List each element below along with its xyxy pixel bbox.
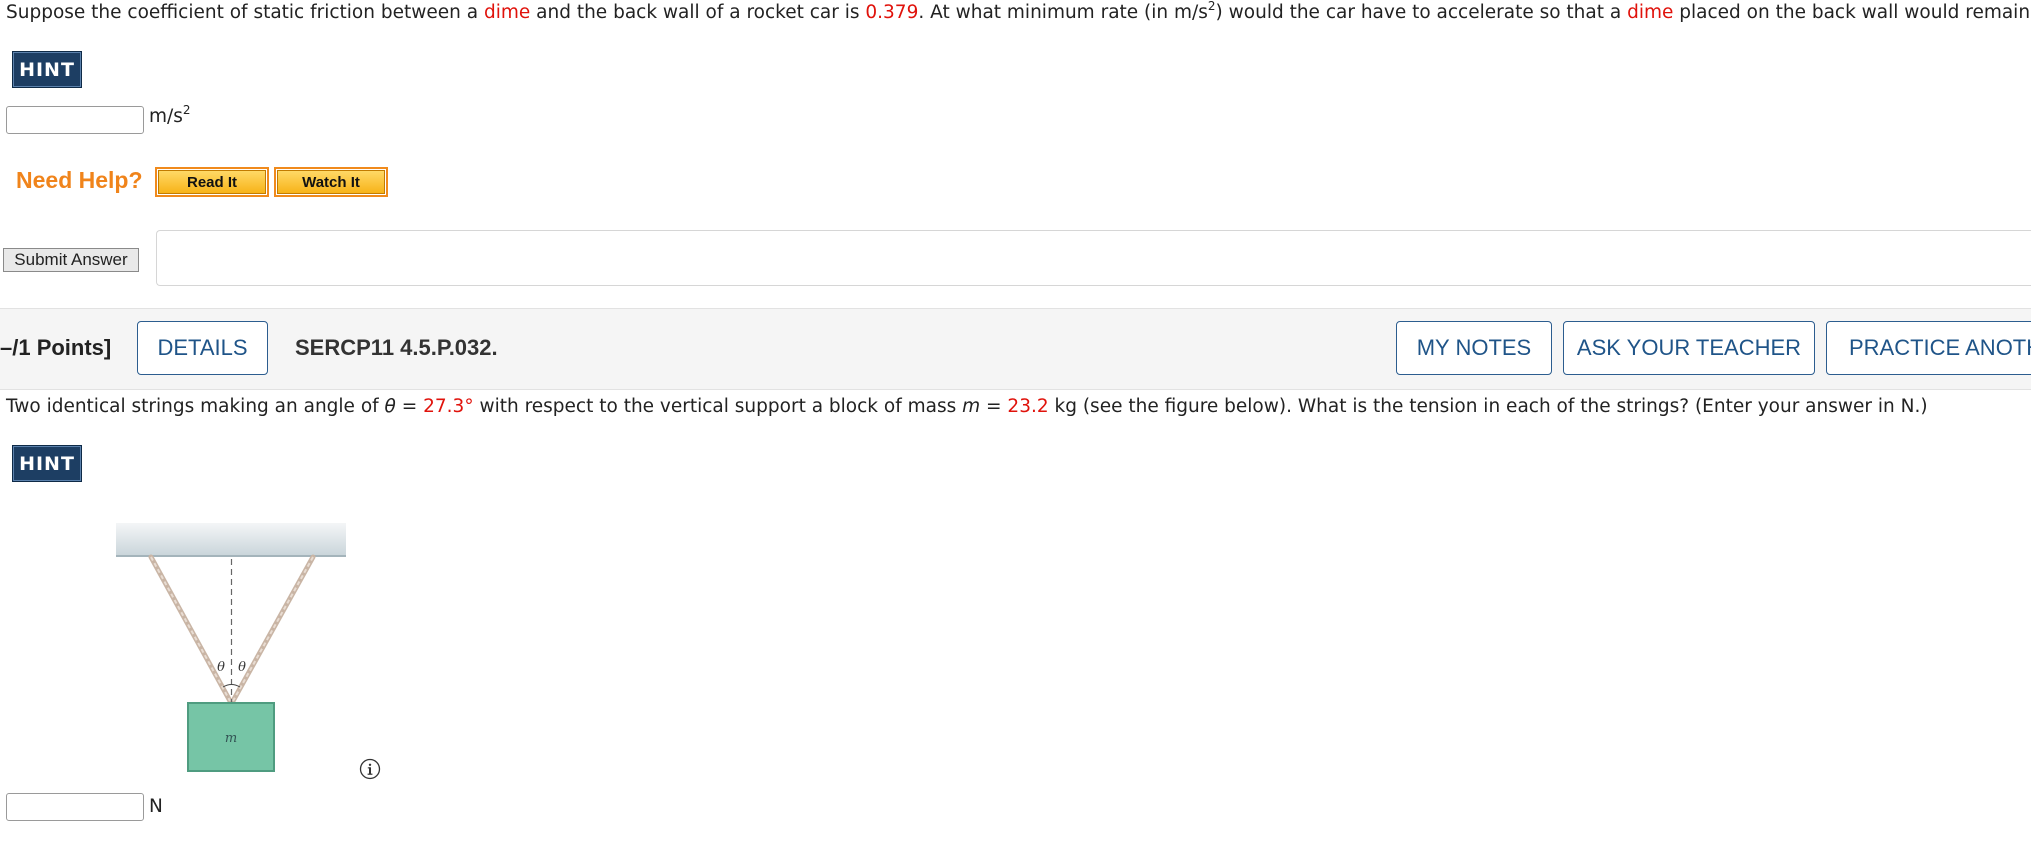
points-label: –/1 Points] [0, 335, 112, 360]
practice-another-button[interactable]: PRACTICE ANOTH [1826, 321, 2031, 375]
q1-text-part: Suppose the coefficient of static fricti… [6, 2, 484, 23]
q1-superscript: 2 [1207, 0, 1216, 13]
q1-hint-button[interactable]: HINT [12, 51, 82, 88]
angle-arc [222, 684, 241, 688]
mass-block-label: m [225, 731, 237, 746]
details-button[interactable]: DETAILS [137, 321, 268, 375]
q1-answer-input[interactable] [6, 106, 144, 134]
q2-text-part: kg (see the figure below). What is the t… [1048, 396, 1928, 417]
my-notes-button[interactable]: MY NOTES [1396, 321, 1552, 375]
q2-mass-symbol: m [962, 396, 981, 417]
q1-text-part: placed on the back wall would remain in … [1679, 2, 2031, 23]
ask-your-teacher-button[interactable]: ASK YOUR TEACHER [1563, 321, 1815, 375]
q2-text-part: with respect to the vertical support a b… [473, 396, 963, 417]
submit-answer-button[interactable]: Submit Answer [3, 248, 139, 272]
q1-dime-value: dime [483, 2, 531, 23]
q2-answer-input[interactable] [6, 793, 144, 821]
q2-text-part: = [395, 396, 424, 417]
angle-label-right: θ [238, 660, 246, 675]
q1-unit-base: m/s [149, 106, 183, 127]
q2-unit-label: N [149, 796, 163, 817]
q1-text-part: ) would the car have to accelerate so th… [1215, 2, 1628, 23]
angle-label-left: θ [217, 660, 225, 675]
question-2-text: Two identical strings making an angle of… [6, 396, 1928, 417]
q2-text-part: = [980, 396, 1008, 417]
question-1-text: Suppose the coefficient of static fricti… [6, 0, 2031, 23]
ceiling-support [116, 523, 346, 556]
problem-id-label: SERCP11 4.5.P.032. [295, 335, 498, 360]
q1-text-part: . At what minimum rate (in m/s [918, 2, 1208, 23]
q1-unit-superscript: 2 [182, 102, 191, 117]
q1-dime-value: dime [1627, 2, 1674, 23]
q2-hint-button[interactable]: HINT [12, 445, 82, 482]
q1-coefficient-value: 0.379 [865, 2, 919, 23]
read-it-button[interactable]: Read It [155, 167, 269, 197]
hanging-block-figure: θ θ m [116, 523, 346, 772]
q1-text-part: and the back wall of a rocket car is [530, 2, 866, 23]
need-help-label: Need Help? [16, 167, 143, 193]
q2-angle-value: 27.3° [423, 396, 474, 417]
q2-mass-value: 23.2 [1007, 396, 1049, 417]
info-icon[interactable] [359, 758, 381, 780]
q2-theta-symbol: θ [384, 396, 396, 417]
watch-it-button[interactable]: Watch It [274, 167, 388, 197]
q1-unit-label: m/s2 [149, 102, 191, 127]
submit-answer-box [156, 230, 2031, 286]
q2-text-part: Two identical strings making an angle of [6, 396, 385, 417]
